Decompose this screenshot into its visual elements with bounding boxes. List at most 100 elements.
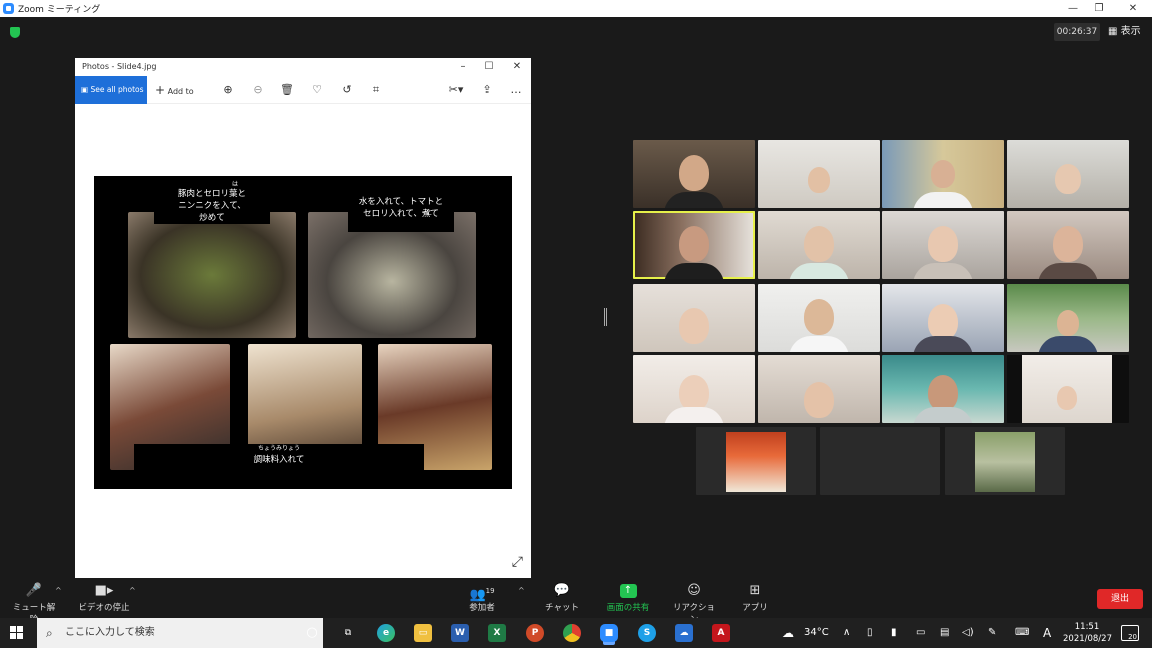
cortana-icon[interactable]: ○ [303,624,321,642]
favorite-heart-icon[interactable]: ♡ [310,83,324,97]
participant-tile[interactable] [696,427,816,495]
participants-options-caret[interactable]: ^ [518,586,525,595]
participant-video [1057,309,1079,336]
powerpoint-icon[interactable]: P [526,624,544,642]
more-options-icon[interactable]: … [509,83,523,97]
participant-tile[interactable] [882,284,1004,352]
audio-options-caret[interactable]: ^ [55,586,62,595]
participant-tile[interactable] [882,140,1004,208]
restore-button[interactable]: ❐ [1084,0,1114,17]
participant-tile[interactable] [633,284,755,352]
participant-tile[interactable] [1007,355,1129,423]
participant-video [928,225,958,262]
zoom-in-icon[interactable]: ⊕ [221,83,235,97]
apps-icon: ⊞ [749,583,761,598]
photos-icon: ▣ [81,85,89,94]
task-view-icon[interactable]: ⧉ [339,624,357,642]
see-all-photos-label: See all photos [90,85,144,94]
participant-video [679,307,709,344]
share-screen-button[interactable]: ↑ 画面の共有 [602,584,654,613]
taskbar-search-box[interactable]: ⌕ ここに入力して検索 [37,618,323,648]
search-placeholder: ここに入力して検索 [65,627,155,638]
video-options-caret[interactable]: ^ [129,586,136,595]
battery-icon[interactable]: ▭ [916,618,925,648]
participants-button[interactable]: 👥19 参加者 [462,584,502,613]
participant-video [1022,355,1112,423]
slide-caption-seasoning-box: ちょうみりょう 調味料入れて [134,444,424,470]
photos-minimize-button[interactable]: – [449,58,477,76]
participant-tile[interactable] [945,427,1065,495]
window-title: Zoom ミーティング [18,5,101,15]
rotate-icon[interactable]: ↺ [340,83,354,97]
weather-temperature[interactable]: 34°C [804,618,829,648]
participant-tile[interactable] [882,355,1004,423]
delete-icon[interactable]: 🗑 [280,83,294,97]
participant-tile[interactable] [758,211,880,279]
photos-maximize-button[interactable]: ☐ [475,58,503,76]
caption1-ruby: は [232,181,239,188]
participant-tile[interactable] [1007,211,1129,279]
caption2-ruby: に [426,210,433,217]
network-icon[interactable]: ▤ [940,618,949,648]
video-camera-icon: ■▸ [94,583,114,598]
microphone-muted-icon: 🎤 [25,583,43,598]
edit-enhance-icon[interactable]: ✂▾ [443,83,469,97]
participant-tile[interactable] [758,355,880,423]
participant-tile[interactable] [820,427,940,495]
zoom-taskbar-icon[interactable]: ■ [600,624,618,642]
tray-app-icon[interactable]: ▮ [891,618,897,648]
participant-tile[interactable] [633,140,755,208]
photos-close-button[interactable]: ✕ [503,58,531,76]
pen-icon[interactable]: ✎ [988,618,996,648]
participant-tile[interactable] [882,211,1004,279]
apps-button[interactable]: ⊞ アプリ [738,583,772,614]
fullscreen-expand-icon[interactable]: ⤢ [512,554,523,570]
participant-tile[interactable] [758,140,880,208]
participant-tile[interactable] [1007,140,1129,208]
close-button[interactable]: ✕ [1118,0,1148,17]
chat-icon: 💬 [553,583,571,598]
participant-video [928,304,958,341]
view-button[interactable]: ▦ 表示 [1108,23,1141,41]
excel-icon[interactable]: X [488,624,506,642]
crop-icon[interactable]: ⌗ [369,83,383,97]
share-icon[interactable]: ⇪ [480,83,494,97]
slide-caption-boil: 水を入れて、トマトと セロリ入れて、煮て [348,196,454,232]
device-icon[interactable]: ▯ [867,618,873,648]
volume-icon[interactable]: ◁) [962,618,974,648]
acrobat-icon[interactable]: A [712,624,730,642]
participant-tile[interactable] [633,355,755,423]
participant-video [1055,163,1081,194]
participant-video [1053,225,1083,262]
input-mode-indicator[interactable]: A [1043,618,1051,648]
notification-center-icon[interactable]: 20 [1121,625,1139,641]
onedrive-icon[interactable]: ☁ [675,624,693,642]
photos-title-bar: Photos - Slide4.jpg – ☐ ✕ [75,58,531,76]
participant-tile-active-speaker[interactable] [633,211,755,279]
taskbar-clock[interactable]: 11:51 2021/08/27 [1063,621,1112,645]
encryption-shield-icon[interactable] [10,27,20,38]
see-all-photos-button[interactable]: ▣ See all photos [75,76,147,104]
clock-date: 2021/08/27 [1063,634,1112,644]
split-view-handle[interactable] [604,308,607,326]
photos-title: Photos - Slide4.jpg [82,62,157,71]
notification-count: 20 [1128,633,1137,641]
edge-browser-icon[interactable]: e [377,624,395,642]
tray-overflow-icon[interactable]: ∧ [843,618,850,648]
weather-cloud-icon[interactable]: ☁ [782,618,794,648]
keyboard-icon[interactable]: ⌨ [1015,618,1029,648]
windows-start-icon[interactable] [10,626,24,640]
participant-tile[interactable] [1007,284,1129,352]
slide-photo-stir-fry [128,212,296,338]
zoom-out-icon[interactable]: ⊖ [251,83,265,97]
participant-tile[interactable] [758,284,880,352]
add-to-button[interactable]: + Add to [155,76,194,106]
stop-video-button[interactable]: ■▸ ビデオの停止 [78,583,130,614]
skype-icon[interactable]: S [638,624,656,642]
chrome-icon[interactable] [563,624,581,642]
leave-meeting-button[interactable]: 退出 [1097,589,1143,609]
file-explorer-icon[interactable]: ▭ [414,624,432,642]
chat-button[interactable]: 💬 チャット [542,583,582,614]
participants-label: 参加者 [469,603,495,613]
word-icon[interactable]: W [451,624,469,642]
